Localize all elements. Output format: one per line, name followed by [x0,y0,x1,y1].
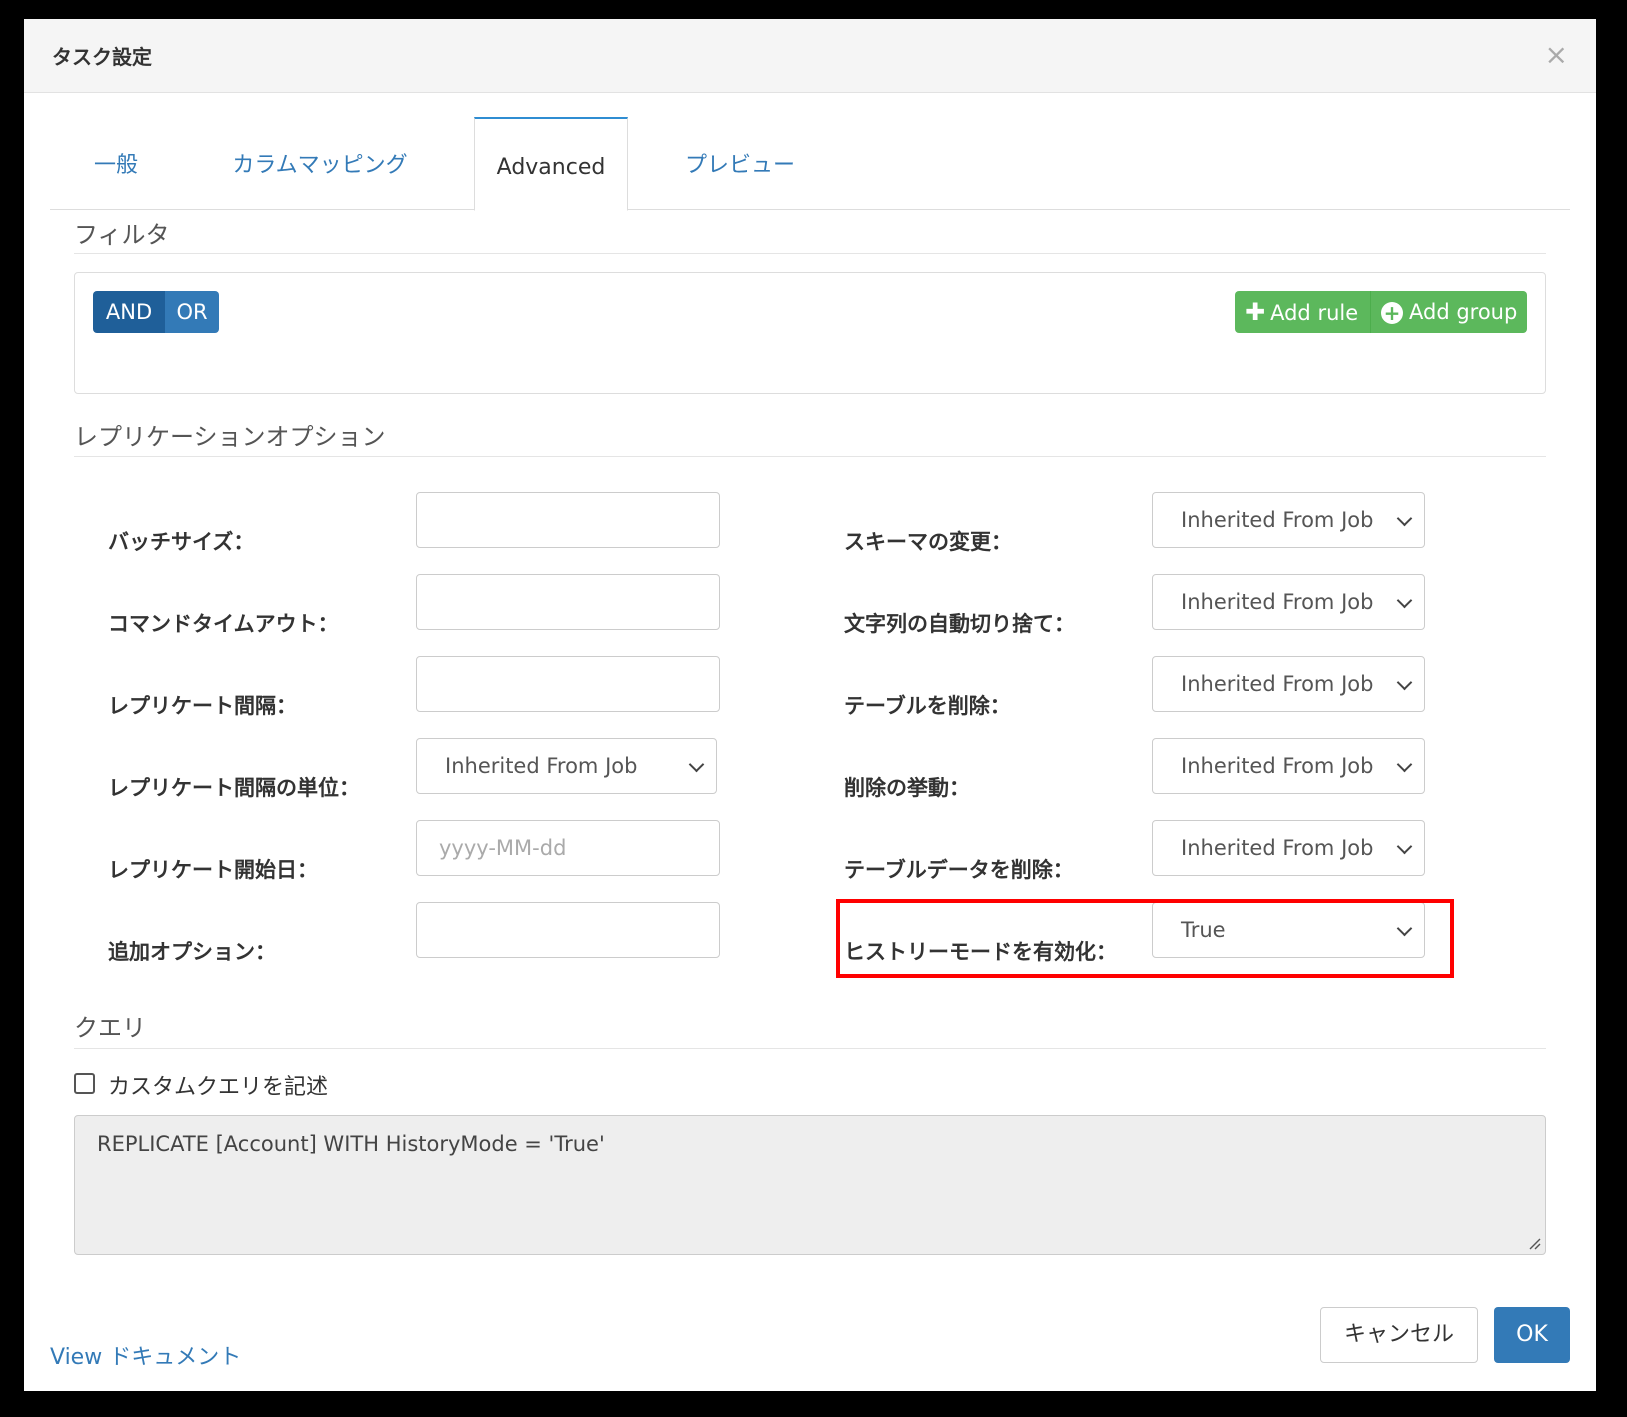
auto-truncate-value: Inherited From Job [1181,590,1374,614]
plus-circle-icon: + [1381,302,1403,324]
query-section-divider [74,1048,1546,1049]
auto-truncate-select[interactable]: Inherited From Job [1152,574,1425,630]
schema-change-label: スキーマの変更： [844,530,1012,554]
replicate-interval-unit-value: Inherited From Job [445,754,638,778]
chevron-down-icon [688,756,705,773]
dialog-header: タスク設定 × [24,19,1596,93]
ok-button[interactable]: OK [1494,1307,1570,1363]
add-rule-button[interactable]: ✚ Add rule [1235,291,1370,333]
delete-behavior-select[interactable]: Inherited From Job [1152,738,1425,794]
tab-bar: 一般 カラムマッピング Advanced プレビュー [50,117,1570,211]
delete-behavior-label: 削除の挙動： [844,776,970,800]
cancel-button[interactable]: キャンセル [1320,1307,1478,1363]
tab-general[interactable]: 一般 [50,117,182,210]
command-timeout-input[interactable] [416,574,720,630]
and-button[interactable]: AND [93,291,165,333]
replicate-start-date-label: レプリケート開始日： [108,858,318,882]
custom-query-label[interactable]: カスタムクエリを記述 [108,1069,328,1101]
resize-handle-icon[interactable] [1527,1236,1541,1250]
custom-query-checkbox[interactable] [74,1073,95,1094]
task-settings-dialog: タスク設定 × 一般 カラムマッピング Advanced プレビュー フィルタ … [24,19,1596,1391]
tab-column-mapping[interactable]: カラムマッピング [190,117,450,210]
tab-advanced[interactable]: Advanced [474,117,628,211]
batch-size-label: バッチサイズ： [108,530,255,554]
dialog-title: タスク設定 [52,45,152,69]
schema-change-value: Inherited From Job [1181,508,1374,532]
replicate-interval-input[interactable] [416,656,720,712]
query-textarea[interactable]: REPLICATE [Account] WITH HistoryMode = '… [74,1115,1546,1255]
replicate-start-date-input[interactable]: yyyy-MM-dd [416,820,720,876]
history-mode-highlight [836,899,1454,978]
additional-options-input[interactable] [416,902,720,958]
replicate-interval-unit-label: レプリケート間隔の単位： [108,776,360,800]
truncate-table-data-value: Inherited From Job [1181,836,1374,860]
chevron-down-icon [1396,510,1413,527]
filter-builder: AND OR ✚ Add rule + Add group [74,272,1546,394]
or-button[interactable]: OR [165,291,219,333]
close-icon[interactable]: × [1545,41,1568,69]
delete-behavior-value: Inherited From Job [1181,754,1374,778]
replication-section-divider [74,456,1546,457]
add-group-button[interactable]: + Add group [1370,291,1527,333]
drop-table-select[interactable]: Inherited From Job [1152,656,1425,712]
query-text: REPLICATE [Account] WITH HistoryMode = '… [97,1132,605,1156]
replicate-interval-label: レプリケート間隔： [108,694,297,718]
chevron-down-icon [1396,756,1413,773]
replication-section-title: レプリケーションオプション [74,423,386,451]
replicate-interval-unit-select[interactable]: Inherited From Job [416,738,717,794]
drop-table-value: Inherited From Job [1181,672,1374,696]
schema-change-select[interactable]: Inherited From Job [1152,492,1425,548]
view-documentation-link[interactable]: View ドキュメント [50,1339,241,1371]
filter-section-title: フィルタ [74,221,170,249]
command-timeout-label: コマンドタイムアウト： [108,612,339,636]
filter-section-divider [74,253,1546,254]
chevron-down-icon [1396,592,1413,609]
chevron-down-icon [1396,838,1413,855]
query-section-title: クエリ [74,1014,146,1042]
truncate-table-data-label: テーブルデータを削除： [844,858,1074,882]
tab-preview[interactable]: プレビュー [650,117,830,210]
plus-icon: ✚ [1245,298,1266,326]
add-rule-label: Add rule [1270,301,1359,325]
additional-options-label: 追加オプション： [108,940,276,964]
truncate-table-data-select[interactable]: Inherited From Job [1152,820,1425,876]
chevron-down-icon [1396,674,1413,691]
drop-table-label: テーブルを削除： [844,694,1011,718]
auto-truncate-label: 文字列の自動切り捨て： [844,612,1075,636]
add-group-label: Add group [1409,300,1518,324]
batch-size-input[interactable] [416,492,720,548]
